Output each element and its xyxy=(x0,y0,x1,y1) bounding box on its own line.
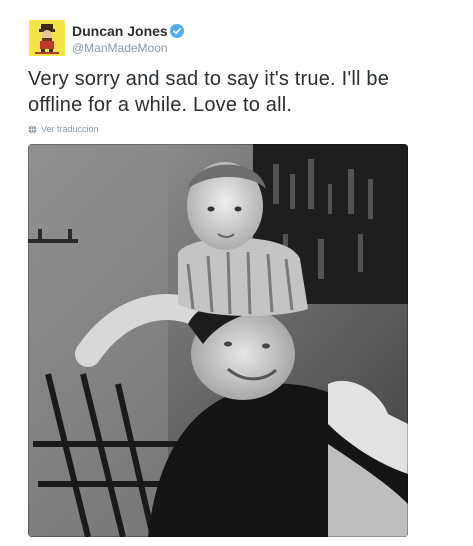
user-avatar[interactable] xyxy=(29,20,65,56)
translate-label: Ver traducción xyxy=(41,124,99,134)
photo-image xyxy=(28,144,408,537)
avatar-cartoon-character-icon xyxy=(29,20,65,56)
tweet-text: Very sorry and sad to say it's true. I'l… xyxy=(28,68,390,116)
verified-badge-icon xyxy=(170,24,184,38)
tweet-card: Duncan Jones @ManMadeMoon Very sorry and… xyxy=(0,0,473,546)
globe-icon xyxy=(28,124,37,134)
translate-link[interactable]: Ver traducción xyxy=(28,124,99,134)
tweet-photo[interactable] xyxy=(28,144,408,537)
display-name[interactable]: Duncan Jones xyxy=(72,23,168,39)
user-handle[interactable]: @ManMadeMoon xyxy=(72,41,168,55)
